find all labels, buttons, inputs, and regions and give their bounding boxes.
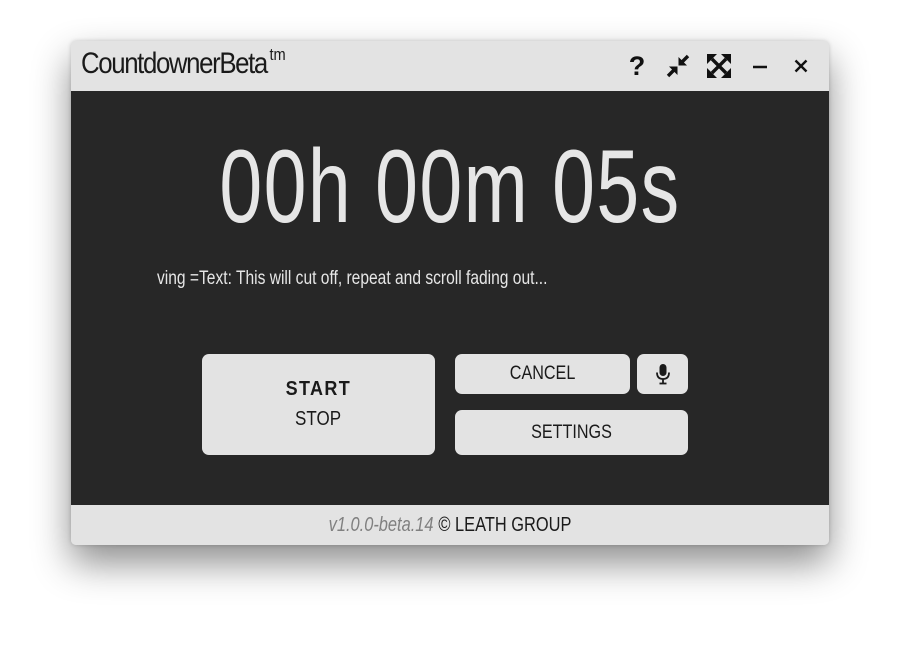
minimize-icon [753,65,767,69]
cancel-button[interactable]: CANCEL [455,354,630,394]
countdown-display: 00h 00m 05s [219,129,681,245]
window-controls: ? [612,41,817,91]
start-stop-button[interactable]: START STOP [202,354,435,455]
compress-arrows-icon [666,54,690,78]
stop-label: STOP [295,408,342,430]
version-label: v1.0.0-beta.14 [328,514,434,536]
footer-content: v1.0.0-beta.14 © LEATH GROUP [329,505,572,545]
compact-mode-button[interactable] [662,50,694,82]
title-bar[interactable]: CountdownerBeta tm ? [71,41,829,91]
cancel-label: CANCEL [509,363,576,384]
help-icon: ? [628,50,646,81]
settings-label: SETTINGS [531,421,612,443]
microphone-icon [655,364,670,385]
app-title-text: CountdownerBeta [81,47,268,80]
close-icon [794,59,808,73]
help-button[interactable]: ? [621,50,653,82]
scrolling-message-text: ving =Text: This will cut off, repeat an… [157,268,548,289]
scrolling-message: ving =Text: This will cut off, repeat an… [157,267,677,291]
microphone-button[interactable] [637,354,688,394]
app-window: CountdownerBeta tm ? 00h 00m 05s ving =T… [71,41,829,545]
settings-button[interactable]: SETTINGS [455,410,688,455]
minimize-button[interactable] [744,50,776,82]
start-label: START [285,378,352,400]
close-button[interactable] [785,50,817,82]
trademark-superscript: tm [269,45,286,64]
footer-bar: v1.0.0-beta.14 © LEATH GROUP [71,505,829,545]
main-panel: 00h 00m 05s ving =Text: This will cut of… [71,91,829,505]
copyright-label: © LEATH GROUP [438,514,572,536]
app-title: CountdownerBeta tm [81,45,286,81]
fullscreen-button[interactable] [703,50,735,82]
expand-arrows-icon [707,54,731,78]
